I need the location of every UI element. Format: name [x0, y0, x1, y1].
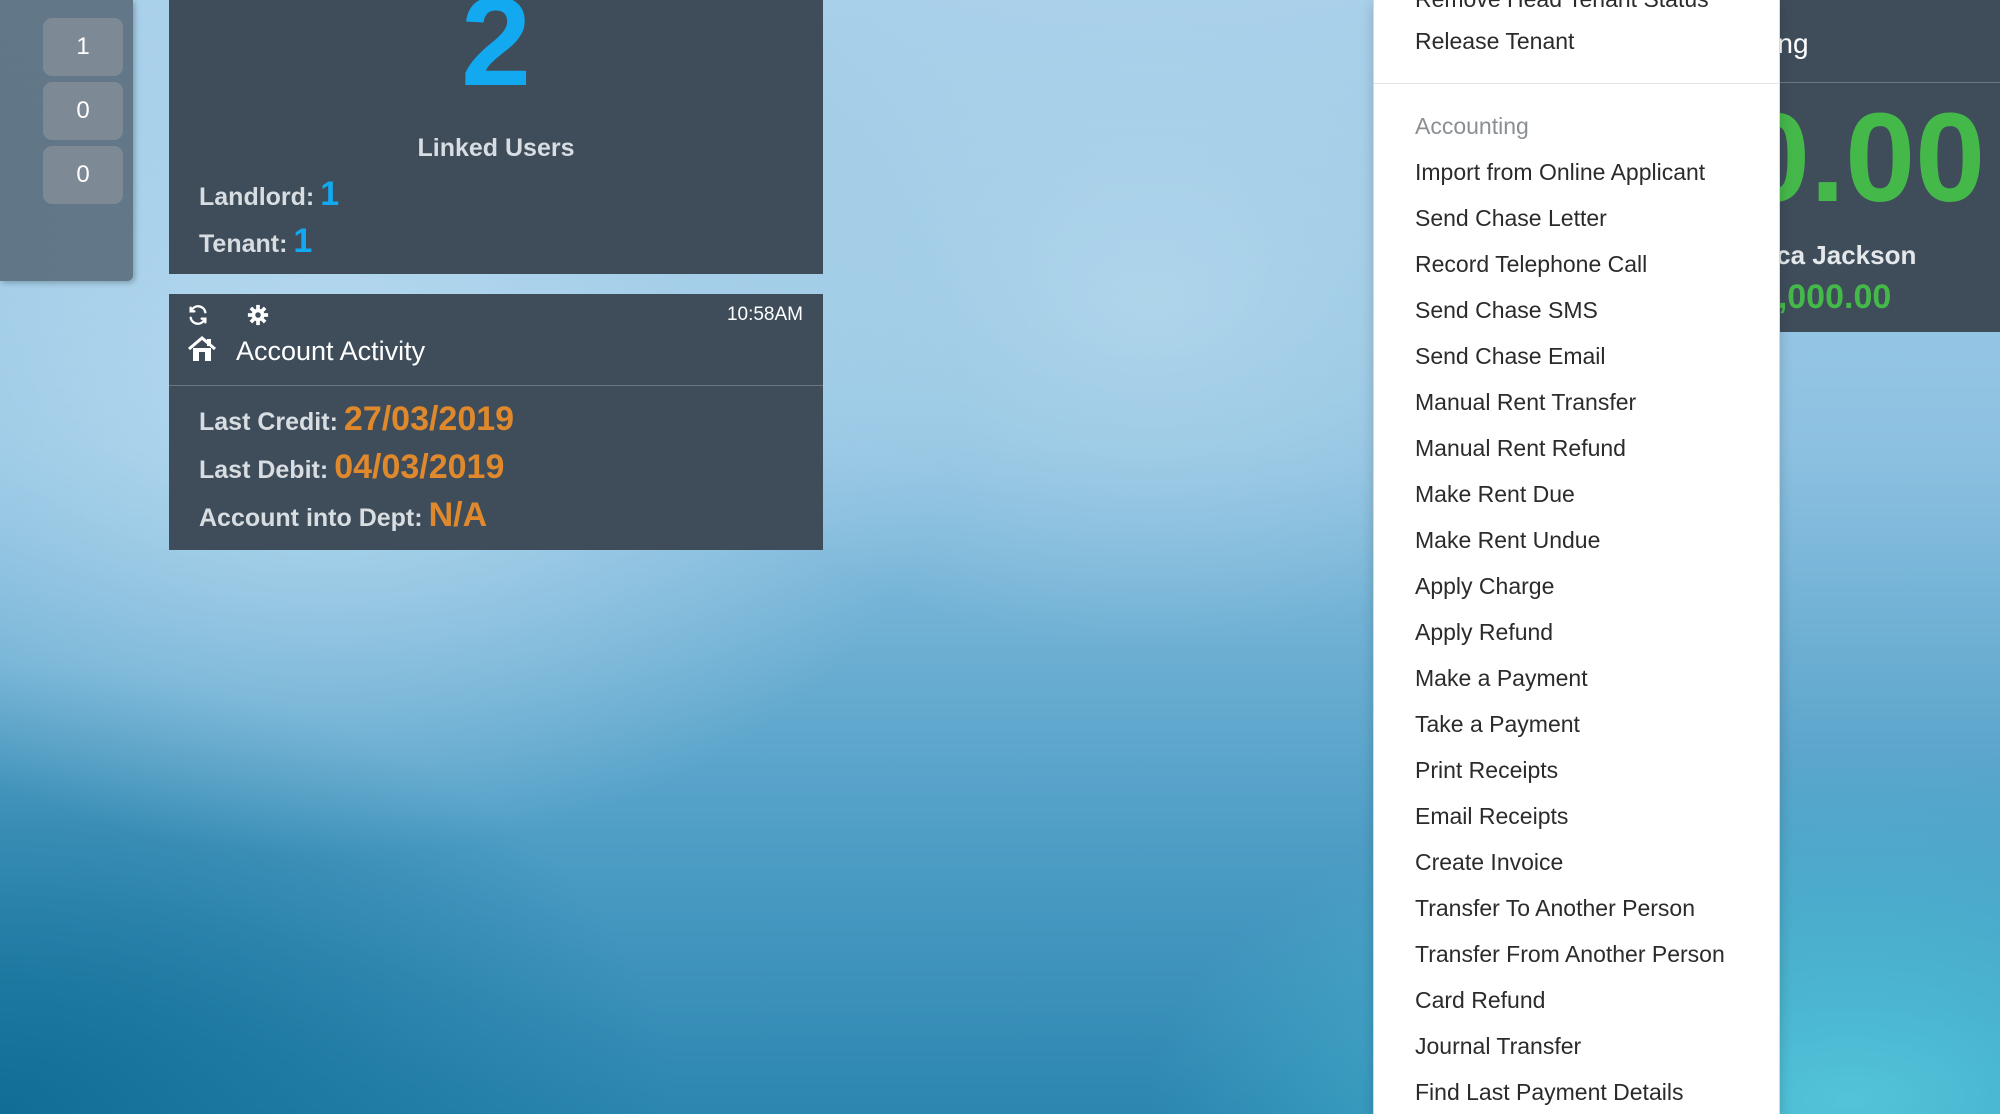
dept-row: Account into Dept: N/A [199, 496, 487, 535]
home-icon [187, 336, 217, 366]
menu-item-manual-rent-refund[interactable]: Manual Rent Refund [1415, 435, 1626, 462]
menu-item-import-from-online-applicant[interactable]: Import from Online Applicant [1415, 159, 1705, 186]
menu-item-journal-transfer[interactable]: Journal Transfer [1415, 1033, 1581, 1060]
last-credit-row: Last Credit: 27/03/2019 [199, 400, 514, 439]
counter-button-1[interactable]: 1 [43, 18, 123, 76]
tenant-value: 1 [293, 222, 313, 260]
last-credit-value: 27/03/2019 [343, 400, 515, 438]
account-activity-title: Account Activity [236, 336, 426, 366]
account-activity-card: 10:58AM Account Activity Last Credit: 27/… [169, 294, 823, 550]
tenant-label: Tenant: [199, 230, 288, 258]
menu-item-apply-charge[interactable]: Apply Charge [1415, 573, 1554, 600]
menu-item-send-chase-email[interactable]: Send Chase Email [1415, 343, 1606, 370]
last-debit-value: 04/03/2019 [334, 448, 505, 486]
counter-button-2[interactable]: 0 [43, 82, 123, 140]
menu-item-send-chase-sms[interactable]: Send Chase SMS [1415, 297, 1598, 324]
linked-users-card: 2 Linked Users Landlord: 1 Tenant: 1 [169, 0, 823, 274]
menu-item-record-telephone-call[interactable]: Record Telephone Call [1415, 251, 1647, 278]
menu-item-send-chase-letter[interactable]: Send Chase Letter [1415, 205, 1607, 232]
menu-item-make-a-payment[interactable]: Make a Payment [1415, 665, 1588, 692]
menu-item-make-rent-due[interactable]: Make Rent Due [1415, 481, 1575, 508]
menu-item-release-tenant[interactable]: Release Tenant [1415, 28, 1574, 55]
gear-icon[interactable] [247, 304, 269, 330]
menu-header-accounting: Accounting [1415, 113, 1529, 139]
dept-value: N/A [428, 496, 488, 534]
account-activity-header: 10:58AM Account Activity [169, 294, 823, 386]
menu-item-make-rent-undue[interactable]: Make Rent Undue [1415, 527, 1600, 554]
tenant-stat: Tenant: 1 [199, 222, 312, 261]
menu-item-email-receipts[interactable]: Email Receipts [1415, 803, 1568, 830]
menu-item-find-last-payment-details[interactable]: Find Last Payment Details [1415, 1079, 1683, 1106]
menu-item-take-a-payment[interactable]: Take a Payment [1415, 711, 1580, 738]
menu-item-manual-rent-transfer[interactable]: Manual Rent Transfer [1415, 389, 1636, 416]
last-credit-label: Last Credit: [199, 408, 338, 436]
landlord-stat: Landlord: 1 [199, 175, 339, 214]
counter-button-3[interactable]: 0 [43, 146, 123, 204]
last-debit-row: Last Debit: 04/03/2019 [199, 448, 504, 487]
menu-divider [1374, 83, 1779, 84]
linked-users-title: Linked Users [417, 134, 575, 162]
actions-dropdown-menu: Remove Head Tenant Status Release Tenant… [1373, 0, 1780, 1114]
landlord-label: Landlord: [199, 183, 315, 211]
counter-panel: 1 0 0 [0, 0, 133, 281]
dept-label: Account into Dept: [199, 504, 423, 532]
menu-item-apply-refund[interactable]: Apply Refund [1415, 619, 1553, 646]
landlord-value: 1 [320, 175, 340, 213]
menu-item-transfer-from-another-person[interactable]: Transfer From Another Person [1415, 941, 1725, 968]
refresh-icon[interactable] [187, 304, 209, 330]
menu-item-transfer-to-another-person[interactable]: Transfer To Another Person [1415, 895, 1695, 922]
menu-item-remove-head-tenant[interactable]: Remove Head Tenant Status [1415, 0, 1709, 13]
menu-item-create-invoice[interactable]: Create Invoice [1415, 849, 1563, 876]
last-debit-label: Last Debit: [199, 456, 329, 484]
activity-time: 10:58AM [726, 304, 803, 325]
menu-item-print-receipts[interactable]: Print Receipts [1415, 757, 1558, 784]
menu-item-card-refund[interactable]: Card Refund [1415, 987, 1545, 1014]
linked-users-count: 2 [460, 0, 532, 112]
